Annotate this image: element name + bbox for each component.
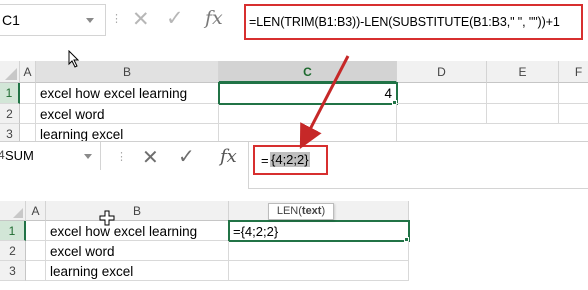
- annotation-arrow: [299, 55, 350, 149]
- arrow-line: [299, 55, 350, 149]
